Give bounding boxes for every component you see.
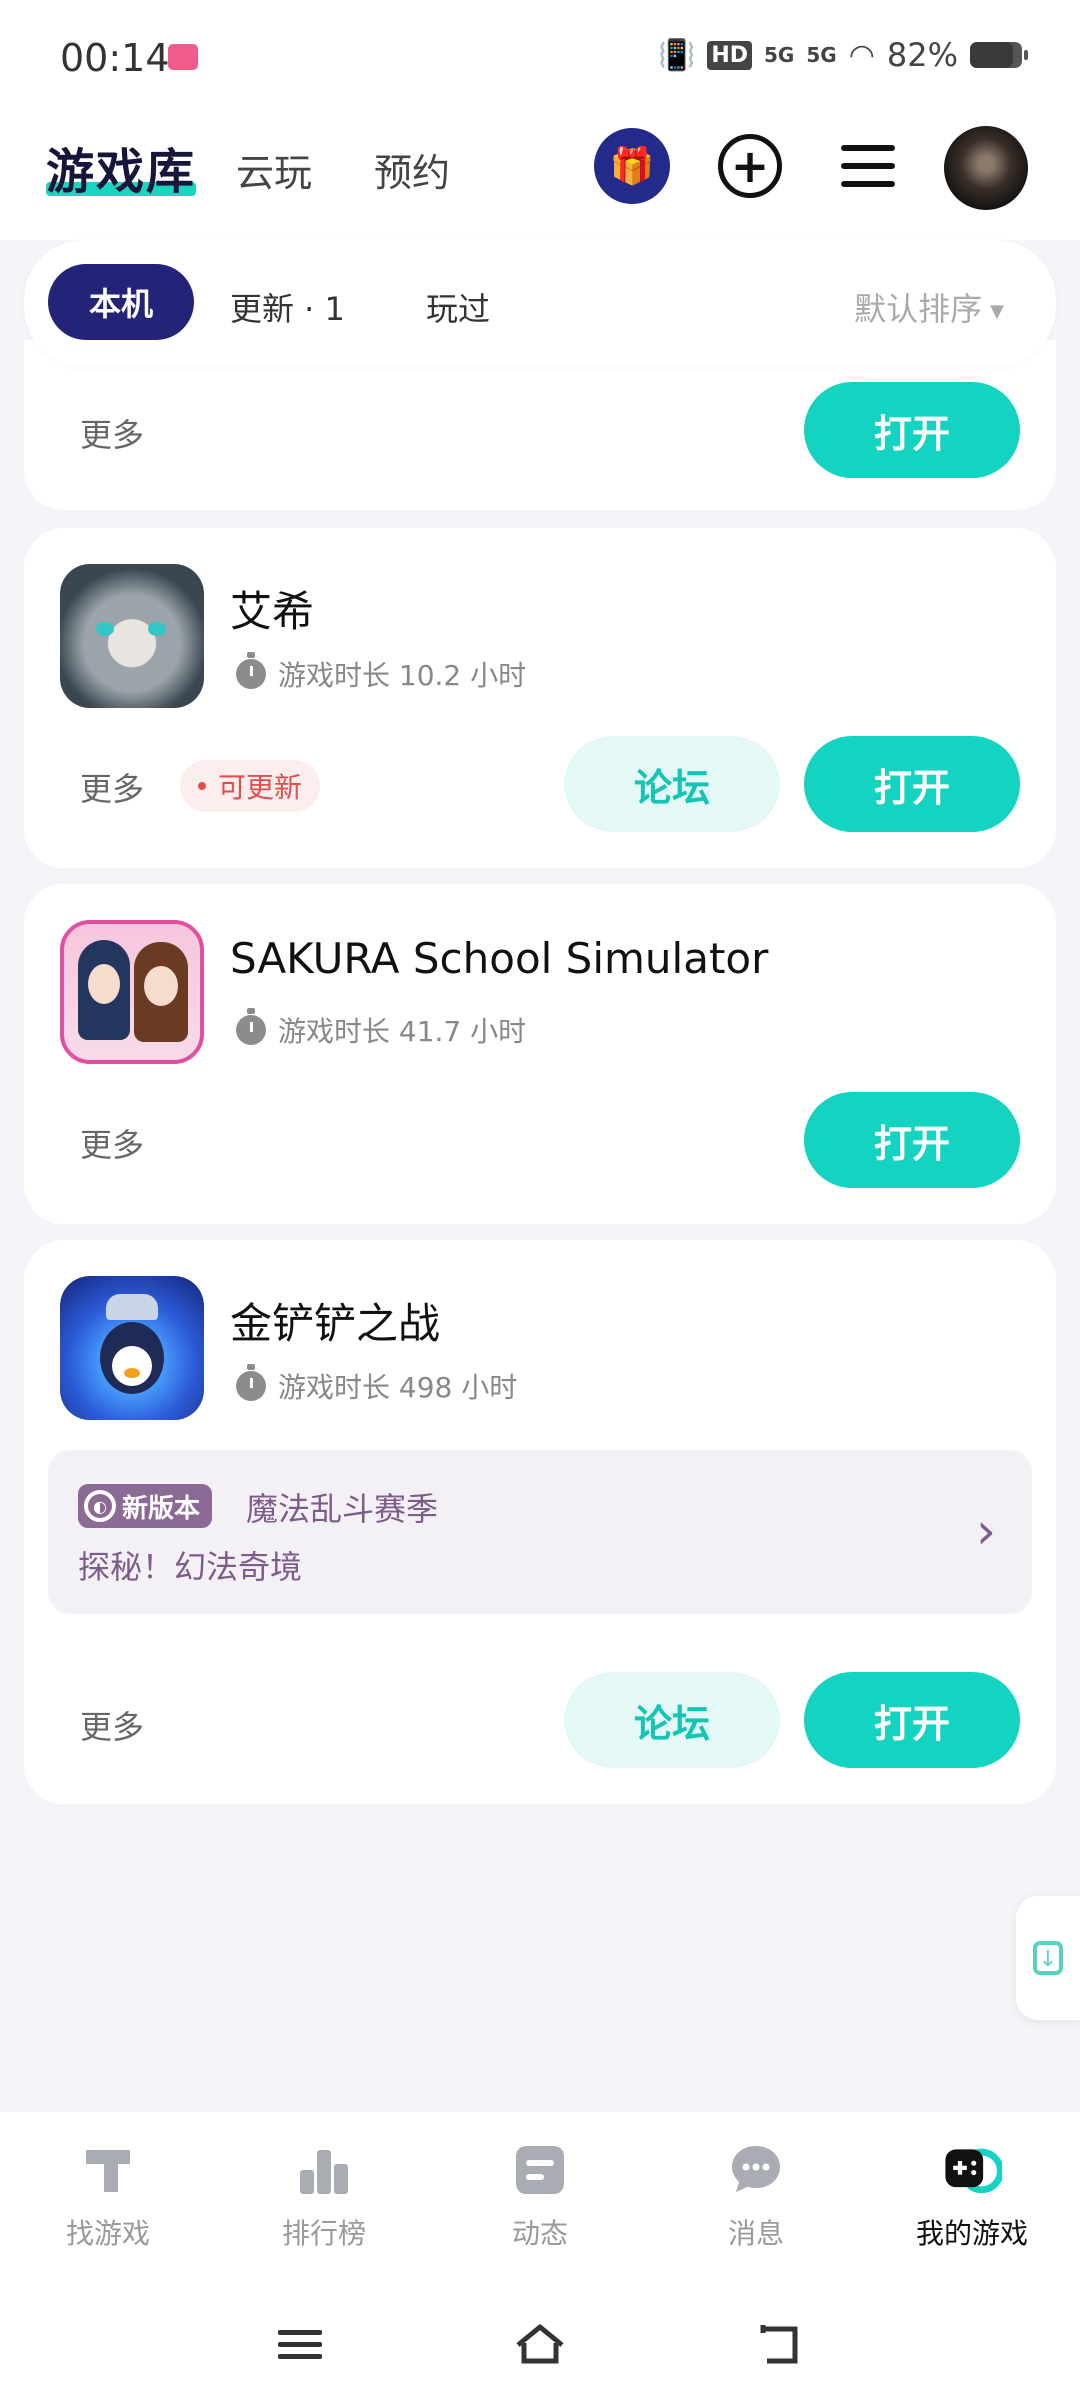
game-card: 金铲铲之战 游戏时长 498 小时 ◐ 新版本 魔法乱斗赛季 探秘！幻法奇境 ›… xyxy=(24,1240,1056,1804)
caret-down-icon: ▼ xyxy=(990,300,1004,322)
open-button[interactable]: 打开 xyxy=(804,736,1020,832)
chevron-right-icon: › xyxy=(976,1502,996,1560)
battery-percent: 82% xyxy=(886,36,958,74)
feed-icon xyxy=(510,2140,570,2200)
stopwatch-icon xyxy=(236,1364,266,1401)
more-link[interactable]: 更多 xyxy=(80,410,144,456)
message-icon xyxy=(726,2140,786,2200)
game-icon-aixi[interactable] xyxy=(60,564,204,708)
download-icon: ↓ xyxy=(1033,1941,1063,1975)
game-title: 金铲铲之战 xyxy=(230,1299,441,1348)
promo-title: 魔法乱斗赛季 xyxy=(246,1490,439,1528)
status-time: 00:14 xyxy=(60,36,170,80)
filter-chip-local[interactable]: 本机 xyxy=(48,264,194,340)
playtime: 游戏时长 41.7 小时 xyxy=(236,1008,526,1050)
stopwatch-icon xyxy=(236,1008,266,1045)
nav-my-games[interactable]: 我的游戏 xyxy=(864,2140,1080,2252)
gift-icon[interactable]: 🎁 xyxy=(594,128,670,204)
battery-icon xyxy=(970,42,1028,68)
top-header: 游戏库 云玩 预约 🎁 + xyxy=(0,110,1080,240)
forum-button[interactable]: 论坛 xyxy=(564,1672,780,1768)
open-button[interactable]: 打开 xyxy=(804,1672,1020,1768)
sort-dropdown[interactable]: 默认排序 ▼ xyxy=(854,284,1004,330)
game-title: SAKURA School Simulator xyxy=(230,934,769,983)
filter-chip-played[interactable]: 玩过 xyxy=(426,284,490,330)
wifi-icon: ◠ xyxy=(848,37,875,73)
my-games-icon xyxy=(942,2140,1002,2200)
status-bar: 00:14 📳 HD 5G 5G ◠ 82% xyxy=(0,0,1080,110)
back-icon[interactable] xyxy=(750,2314,810,2374)
download-manager-tab[interactable]: ↓ xyxy=(1016,1896,1080,2020)
find-game-icon xyxy=(78,2140,138,2200)
menu-icon[interactable] xyxy=(830,128,906,204)
system-nav-bar xyxy=(0,2292,1080,2400)
open-button[interactable]: 打开 xyxy=(804,382,1020,478)
update-available-badge: 可更新 xyxy=(180,760,321,812)
tab-game-library[interactable]: 游戏库 xyxy=(46,132,196,202)
plus-circle-icon: + xyxy=(718,134,782,198)
more-link[interactable]: 更多 xyxy=(80,764,144,810)
more-link[interactable]: 更多 xyxy=(80,1702,144,1748)
new-version-badge: ◐ 新版本 xyxy=(78,1484,213,1528)
new-version-banner[interactable]: ◐ 新版本 魔法乱斗赛季 探秘！幻法奇境 › xyxy=(48,1450,1032,1614)
tab-reservations[interactable]: 预约 xyxy=(374,142,450,197)
playtime: 游戏时长 498 小时 xyxy=(236,1364,517,1406)
nav-feed[interactable]: 动态 xyxy=(432,2140,648,2252)
game-icon-sakura[interactable] xyxy=(60,920,204,1064)
version-icon: ◐ xyxy=(84,1490,116,1522)
forum-button[interactable]: 论坛 xyxy=(564,736,780,832)
status-icons: 📳 HD 5G 5G ◠ 82% xyxy=(657,36,1028,74)
avatar[interactable] xyxy=(942,124,1030,212)
stopwatch-icon xyxy=(236,652,266,689)
ranking-icon xyxy=(294,2140,354,2200)
open-button[interactable]: 打开 xyxy=(804,1092,1020,1188)
promo-subtitle: 探秘！幻法奇境 xyxy=(78,1548,303,1586)
game-card: 艾希 游戏时长 10.2 小时 更多 可更新 论坛 打开 xyxy=(24,528,1056,868)
game-card: SAKURA School Simulator 游戏时长 41.7 小时 更多 … xyxy=(24,884,1056,1224)
tab-cloud-play[interactable]: 云玩 xyxy=(236,142,312,197)
signal-icon: 5G xyxy=(806,43,837,67)
hd-icon: HD xyxy=(707,40,752,70)
vibrate-icon: 📳 xyxy=(657,37,696,73)
playtime: 游戏时长 10.2 小时 xyxy=(236,652,526,694)
add-button[interactable]: + xyxy=(712,128,788,204)
nav-find-games[interactable]: 找游戏 xyxy=(0,2140,216,2252)
signal-icon: 5G xyxy=(764,43,795,67)
game-icon-jinchanchan[interactable] xyxy=(60,1276,204,1420)
recent-apps-icon[interactable] xyxy=(270,2314,330,2374)
sort-label: 默认排序 xyxy=(854,290,983,328)
home-icon[interactable] xyxy=(510,2314,570,2374)
filter-bar: 本机 更新 · 1 玩过 默认排序 ▼ xyxy=(24,240,1056,366)
more-link[interactable]: 更多 xyxy=(80,1120,144,1166)
app-notification-icon xyxy=(168,44,198,70)
filter-chip-updates[interactable]: 更新 · 1 xyxy=(230,284,345,330)
bottom-nav: 找游戏 排行榜 动态 消息 我的游戏 xyxy=(0,2112,1080,2292)
nav-messages[interactable]: 消息 xyxy=(648,2140,864,2252)
game-title: 艾希 xyxy=(230,587,315,636)
nav-ranking[interactable]: 排行榜 xyxy=(216,2140,432,2252)
